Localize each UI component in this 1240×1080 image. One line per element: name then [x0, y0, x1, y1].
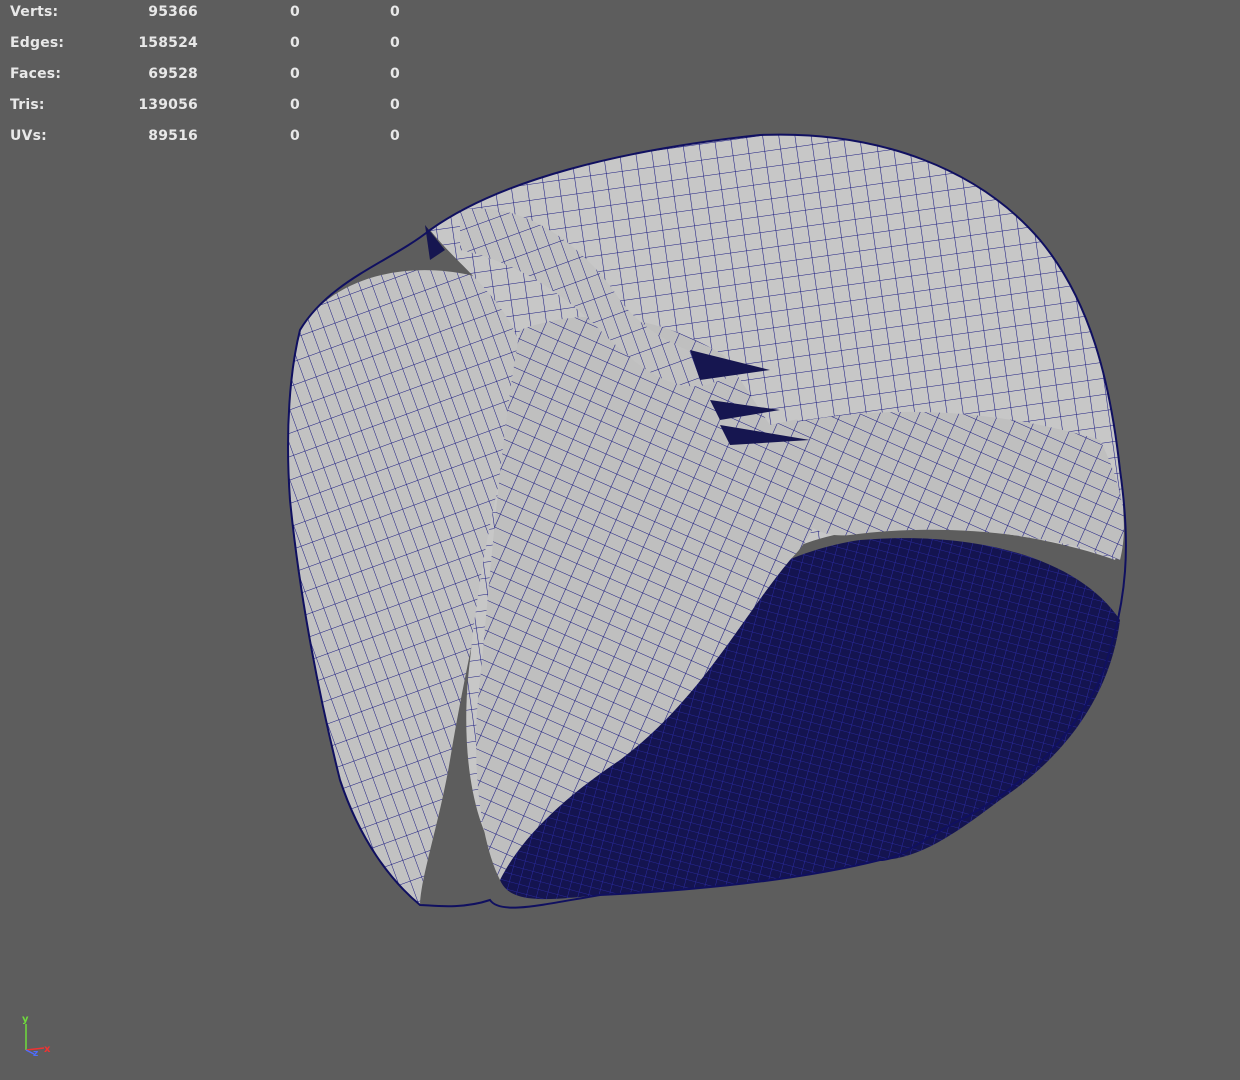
hud-value: 0 — [390, 66, 400, 82]
hud-value: 0 — [390, 128, 400, 144]
hud-value: 95366 — [148, 4, 198, 20]
hud-value: 69528 — [148, 66, 198, 82]
hud-row-edges: Edges: 158524 0 0 — [10, 35, 400, 66]
axis-gizmo-icon: y x z — [22, 1014, 51, 1059]
3d-viewport[interactable]: Verts: 95366 0 0 Edges: 158524 0 0 Faces… — [0, 0, 1240, 1080]
hud-value: 158524 — [138, 35, 198, 51]
hud-value: 0 — [290, 4, 300, 20]
hud-value: 0 — [390, 4, 400, 20]
hud-label: Faces: — [10, 66, 62, 82]
hud-value: 0 — [390, 97, 400, 113]
hud-label: Tris: — [10, 97, 45, 113]
axis-z-label: z — [33, 1049, 38, 1059]
hud-label: UVs: — [10, 128, 47, 144]
hud-row-uvs: UVs: 89516 0 0 — [10, 128, 400, 159]
poly-count-hud: Verts: 95366 0 0 Edges: 158524 0 0 Faces… — [10, 4, 400, 159]
hud-label: Edges: — [10, 35, 65, 51]
hud-value: 0 — [290, 128, 300, 144]
hud-value: 0 — [290, 97, 300, 113]
hud-value: 89516 — [148, 128, 198, 144]
hud-label: Verts: — [10, 4, 59, 20]
hud-row-faces: Faces: 69528 0 0 — [10, 66, 400, 97]
hud-value: 0 — [390, 35, 400, 51]
axis-gizmo: y x z — [18, 1010, 58, 1060]
hud-row-tris: Tris: 139056 0 0 — [10, 97, 400, 128]
hud-value: 0 — [290, 66, 300, 82]
hud-row-verts: Verts: 95366 0 0 — [10, 4, 400, 35]
hud-value: 139056 — [138, 97, 198, 113]
hair-mesh-model[interactable] — [0, 0, 1240, 1080]
axis-x-label: x — [44, 1044, 51, 1055]
hud-value: 0 — [290, 35, 300, 51]
axis-y-label: y — [22, 1014, 29, 1025]
